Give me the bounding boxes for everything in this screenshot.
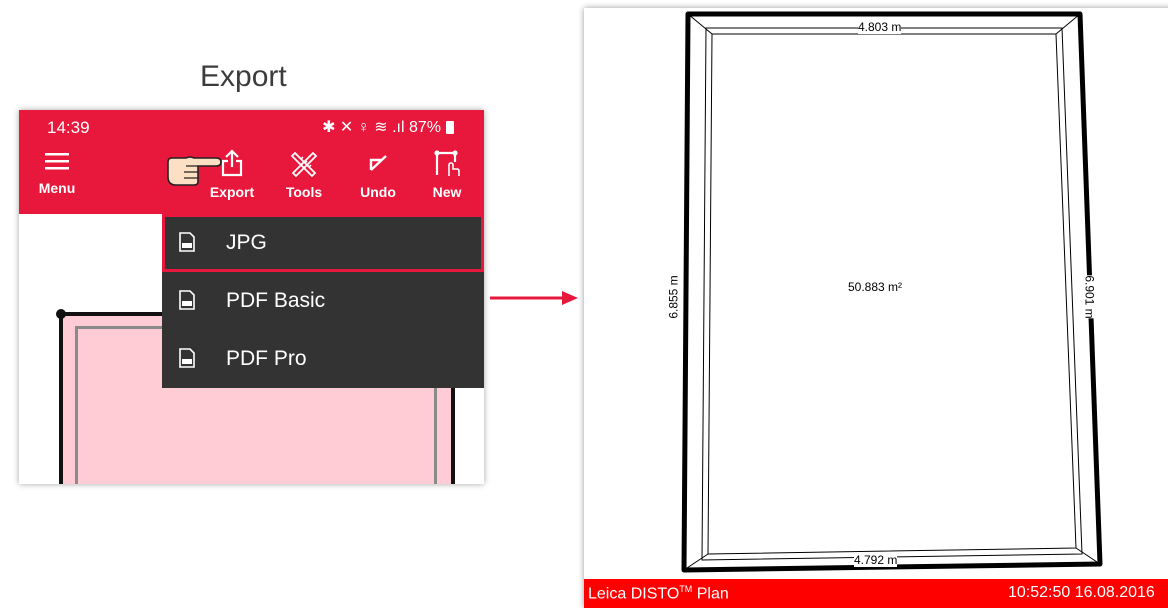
export-dropdown-menu: JPG PDF Basic PDF Pro (162, 214, 484, 388)
footer-app-name: Leica DISTOTM Plan (588, 584, 729, 603)
right-wall-length: 6.901 m (1082, 275, 1097, 319)
footer-timestamp: 10:52:50 16.08.2016 (1008, 584, 1155, 601)
undo-icon (369, 155, 387, 171)
footer-tm: TM (679, 584, 693, 594)
menu-item-pdf-basic[interactable]: PDF Basic (162, 272, 484, 330)
toolbar: Menu Export Tools Undo New (19, 144, 484, 214)
status-icons-text: ✱ ✕ ♀ ≋ .ıl 87% (322, 119, 441, 136)
new-label: New (432, 184, 462, 200)
status-bar: 14:39 ✱ ✕ ♀ ≋ .ıl 87% (19, 110, 484, 144)
pdf-file-icon (179, 290, 195, 310)
undo-button[interactable]: Undo (355, 148, 401, 200)
preview-footer: Leica DISTOTM Plan 10:52:50 16.08.2016 (584, 579, 1168, 608)
menu-item-pdf-pro[interactable]: PDF Pro (162, 330, 484, 388)
pdf-file-icon (179, 348, 195, 368)
hamburger-icon (45, 153, 69, 170)
pointing-hand-icon (167, 156, 222, 186)
footer-app-name-suffix: Plan (692, 585, 729, 603)
tools-icon (290, 151, 318, 178)
menu-item-label: PDF Basic (226, 289, 326, 312)
menu-item-jpg[interactable]: JPG (162, 214, 484, 272)
tools-label: Tools (285, 184, 323, 200)
new-plan-icon (434, 150, 460, 176)
corner-point[interactable] (56, 309, 66, 319)
status-icons: ✱ ✕ ♀ ≋ .ıl 87% (322, 117, 454, 137)
phone-screenshot: 14:39 ✱ ✕ ♀ ≋ .ıl 87% Menu Export Tools … (19, 110, 484, 484)
slide-title: Export (200, 60, 287, 93)
left-wall-length: 6.855 m (666, 275, 681, 319)
menu-item-label: JPG (226, 231, 267, 254)
right-arrow-icon (490, 291, 578, 305)
new-button[interactable]: New (427, 148, 467, 200)
top-wall-length: 4.803 m (858, 20, 902, 34)
status-time: 14:39 (47, 118, 90, 137)
tools-button[interactable]: Tools (281, 148, 327, 200)
footer-app-name-prefix: Leica DISTO (588, 585, 680, 603)
undo-label: Undo (360, 184, 396, 200)
menu-label: Menu (38, 180, 76, 196)
menu-item-label: PDF Pro (226, 347, 307, 370)
jpg-file-icon (179, 232, 195, 252)
menu-button[interactable]: Menu (37, 148, 77, 196)
battery-icon (446, 120, 454, 134)
room-area-label: 50.883 m² (848, 280, 903, 294)
selected-highlight (162, 214, 484, 272)
bottom-wall-length: 4.792 m (854, 553, 898, 567)
export-preview: 4.803 m 4.792 m 6.855 m 6.901 m 50.883 m… (584, 8, 1168, 608)
